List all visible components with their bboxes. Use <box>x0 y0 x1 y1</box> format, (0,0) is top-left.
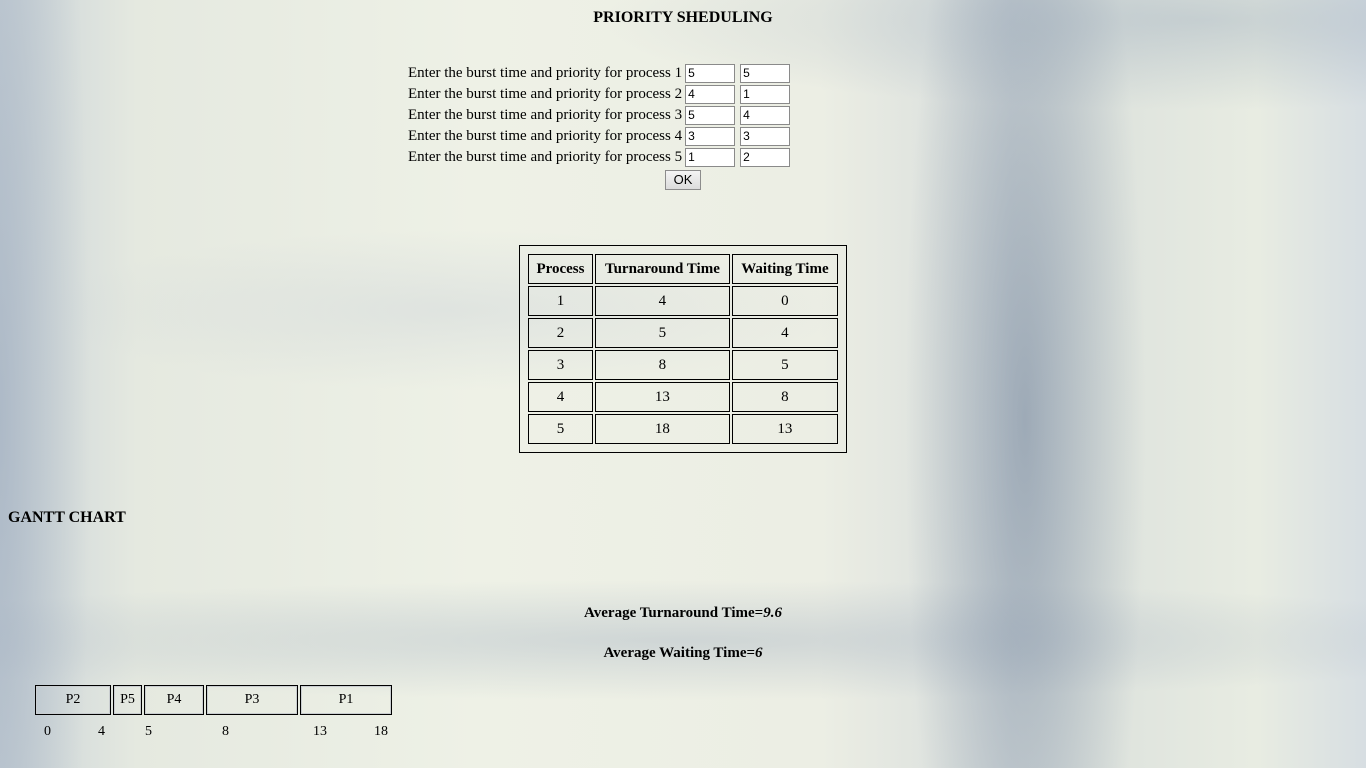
gantt-chart-heading: GANTT CHART <box>8 509 126 526</box>
average-waiting-value: 6 <box>755 645 763 661</box>
gantt-tick: 0 <box>44 724 51 739</box>
gantt-block-p4: P4 <box>144 685 204 715</box>
cell-turnaround-time: 5 <box>594 318 730 348</box>
gantt-tick: 13 <box>313 724 327 739</box>
cell-waiting-time: 8 <box>731 382 838 412</box>
process-row-label: Enter the burst time and priority for pr… <box>408 149 683 165</box>
table-row: 1 4 0 <box>528 286 838 316</box>
average-turnaround-label: Average Turnaround Time= <box>584 605 764 621</box>
table-row: 3 8 5 <box>528 350 838 380</box>
cell-turnaround-time: 8 <box>594 350 730 380</box>
process-row-label: Enter the burst time and priority for pr… <box>408 107 683 123</box>
burst-time-input-1[interactable] <box>685 64 736 83</box>
process-row-label: Enter the burst time and priority for pr… <box>408 86 683 102</box>
page-title: PRIORITY SHEDULING <box>593 9 773 26</box>
process-row-4: Enter the burst time and priority for pr… <box>408 126 795 147</box>
burst-time-input-2[interactable] <box>685 85 736 104</box>
average-waiting-label: Average Waiting Time= <box>603 645 756 661</box>
header-waiting-time: Waiting Time <box>731 254 838 284</box>
header-process: Process <box>528 254 593 284</box>
gantt-tick: 4 <box>98 724 105 739</box>
process-row-label: Enter the burst time and priority for pr… <box>408 128 683 144</box>
priority-input-2[interactable] <box>740 85 791 104</box>
burst-time-input-3[interactable] <box>685 106 736 125</box>
burst-time-input-4[interactable] <box>685 127 736 146</box>
gantt-block-p2: P2 <box>35 685 111 715</box>
table-row: 4 13 8 <box>528 382 838 412</box>
average-waiting-time: Average Waiting Time=6 <box>0 643 1366 663</box>
average-turnaround-time: Average Turnaround Time=9.6 <box>0 603 1366 623</box>
process-row-3: Enter the burst time and priority for pr… <box>408 105 795 126</box>
cell-waiting-time: 13 <box>731 414 838 444</box>
table-header-row: Process Turnaround Time Waiting Time <box>528 254 838 284</box>
priority-input-3[interactable] <box>740 106 791 125</box>
cell-turnaround-time: 18 <box>594 414 730 444</box>
cell-process: 1 <box>528 286 593 316</box>
table-row: 5 18 13 <box>528 414 838 444</box>
gantt-block-p5: P5 <box>113 685 142 715</box>
gantt-block-p3: P3 <box>206 685 298 715</box>
table-row: 2 5 4 <box>528 318 838 348</box>
cell-process: 5 <box>528 414 593 444</box>
priority-input-1[interactable] <box>740 64 791 83</box>
header-turnaround-time: Turnaround Time <box>594 254 730 284</box>
process-row-5: Enter the burst time and priority for pr… <box>408 147 795 168</box>
process-row-label: Enter the burst time and priority for pr… <box>408 65 683 81</box>
cell-process: 4 <box>528 382 593 412</box>
cell-waiting-time: 0 <box>731 286 838 316</box>
average-turnaround-value: 9.6 <box>763 605 782 621</box>
cell-waiting-time: 5 <box>731 350 838 380</box>
cell-turnaround-time: 13 <box>594 382 730 412</box>
priority-input-5[interactable] <box>740 148 791 167</box>
gantt-tick: 8 <box>222 724 229 739</box>
process-row-2: Enter the burst time and priority for pr… <box>408 84 795 105</box>
priority-input-4[interactable] <box>740 127 791 146</box>
results-table: Process Turnaround Time Waiting Time 1 4… <box>519 245 847 453</box>
gantt-tick: 5 <box>145 724 152 739</box>
gantt-block-p1: P1 <box>300 685 392 715</box>
burst-time-input-5[interactable] <box>685 148 736 167</box>
gantt-tick: 18 <box>374 724 388 739</box>
ok-button[interactable]: OK <box>665 170 701 190</box>
cell-waiting-time: 4 <box>731 318 838 348</box>
cell-process: 3 <box>528 350 593 380</box>
process-row-1: Enter the burst time and priority for pr… <box>408 63 795 84</box>
cell-process: 2 <box>528 318 593 348</box>
cell-turnaround-time: 4 <box>594 286 730 316</box>
